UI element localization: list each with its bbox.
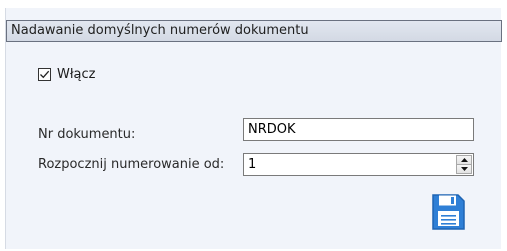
settings-panel: Nadawanie domyślnych numerów dokumentu W… xyxy=(5,8,502,249)
stepper-down-button[interactable] xyxy=(456,165,472,174)
checkmark-icon xyxy=(40,70,50,78)
doc-number-label: Nr dokumentu: xyxy=(38,127,136,142)
start-number-input[interactable] xyxy=(244,154,449,175)
stepper-up-button[interactable] xyxy=(456,155,472,165)
enable-checkbox[interactable]: Włącz xyxy=(38,65,96,83)
group-header-title: Nadawanie domyślnych numerów dokumentu xyxy=(6,20,502,42)
triangle-down-icon xyxy=(460,167,468,171)
save-button[interactable] xyxy=(431,193,466,231)
checkbox-box[interactable] xyxy=(38,67,51,81)
triangle-up-icon xyxy=(460,158,468,162)
start-number-label: Rozpocznij numerowanie od: xyxy=(38,157,225,172)
start-number-stepper[interactable] xyxy=(243,153,474,176)
floppy-disk-icon xyxy=(432,194,465,230)
enable-checkbox-label: Włącz xyxy=(57,66,96,82)
doc-number-input[interactable] xyxy=(243,118,474,141)
stepper-buttons xyxy=(456,155,472,174)
